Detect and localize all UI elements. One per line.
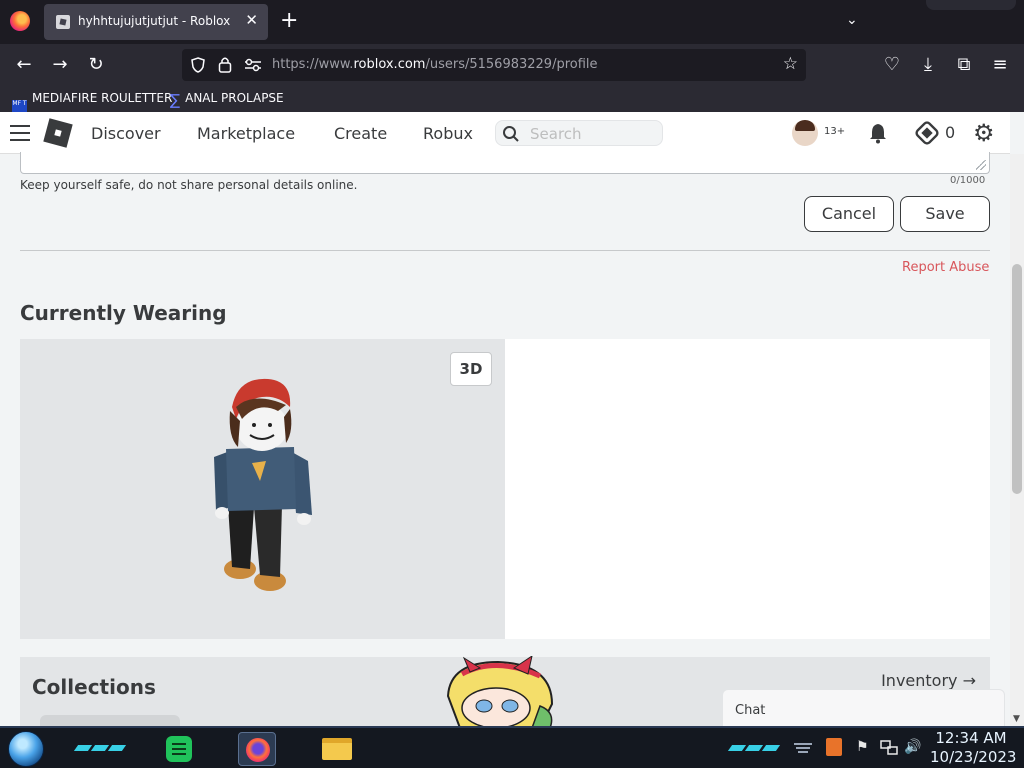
reload-button[interactable]: ↻ <box>84 53 108 77</box>
search-input[interactable]: Search <box>495 120 663 146</box>
scrollbar-thumb[interactable] <box>1012 264 1022 494</box>
scroll-down-arrow-icon[interactable]: ▼ <box>1013 714 1020 724</box>
taskbar-decoration <box>73 736 127 751</box>
security-tray-icon[interactable] <box>826 738 842 756</box>
new-tab-button[interactable]: + <box>280 8 298 34</box>
show-desktop-icon[interactable] <box>792 740 814 756</box>
about-textarea[interactable] <box>20 152 990 174</box>
url-text[interactable]: https://www.roblox.com/users/5156983229/… <box>272 57 598 72</box>
start-button[interactable] <box>8 731 44 767</box>
lock-icon[interactable] <box>218 56 232 73</box>
taskbar-decoration <box>727 736 781 751</box>
list-all-tabs-button[interactable]: ⌄ <box>846 12 858 28</box>
wearing-items-panel <box>505 339 990 639</box>
app-menu-button[interactable]: ≡ <box>988 53 1012 77</box>
forward-button[interactable]: → <box>48 53 72 77</box>
window-controls[interactable] <box>926 0 1016 10</box>
firefox-taskbar-icon[interactable] <box>238 732 276 766</box>
clock-date: 10/23/2023 <box>930 748 1017 766</box>
gear-icon[interactable]: ⚙ <box>973 120 995 146</box>
roblox-page: Discover Marketplace Create Robux Search… <box>0 112 1024 726</box>
browser-tab-active[interactable]: hyhhtujujutjutjut - Roblox ✕ <box>44 4 268 40</box>
avatar-figure <box>214 378 312 591</box>
chat-bar[interactable]: Chat <box>722 689 1005 726</box>
bookmark-label: ANAL PROLAPSE <box>185 91 284 105</box>
windows-taskbar: ⚑ 🔊 12:34 AM 10/23/2023 <box>0 726 1024 768</box>
nav-robux[interactable]: Robux <box>423 124 473 143</box>
desktop-character-sticker <box>446 656 554 728</box>
search-placeholder: Search <box>530 125 582 143</box>
divider <box>20 250 990 251</box>
shield-icon[interactable] <box>190 57 206 73</box>
char-counter: 0/1000 <box>950 175 986 186</box>
system-clock[interactable]: 12:34 AM 10/23/2023 <box>930 729 1017 767</box>
page-scrollbar[interactable]: ▼ <box>1010 154 1024 726</box>
action-center-flag-icon[interactable]: ⚑ <box>856 739 869 755</box>
permissions-icon[interactable] <box>244 58 262 72</box>
bell-icon[interactable] <box>868 122 888 144</box>
nav-discover[interactable]: Discover <box>91 124 161 143</box>
report-abuse-link[interactable]: Report Abuse <box>902 260 989 275</box>
roblox-favicon-icon <box>56 15 70 29</box>
tab-title: hyhhtujujutjutjut - Roblox <box>78 14 231 28</box>
safety-hint: Keep yourself safe, do not share persona… <box>20 178 358 192</box>
age-badge: 13+ <box>824 126 846 137</box>
firefox-icon[interactable] <box>10 11 30 31</box>
downloads-icon[interactable]: ⤓ <box>916 53 940 77</box>
toggle-3d-button[interactable]: 3D <box>450 352 492 386</box>
bookmark-star-icon[interactable]: ☆ <box>783 54 798 74</box>
file-explorer-taskbar-icon[interactable] <box>318 732 356 766</box>
nav-create[interactable]: Create <box>334 124 387 143</box>
search-icon <box>503 126 519 142</box>
url-bar[interactable]: https://www.roblox.com/users/5156983229/… <box>182 49 806 81</box>
browser-navbar: ← → ↻ https://www.roblox.com/users/51569… <box>0 44 1024 86</box>
pocket-icon[interactable]: ♡ <box>880 53 904 77</box>
roblox-header: Discover Marketplace Create Robux Search… <box>0 112 1010 154</box>
resize-grip-icon[interactable] <box>976 160 986 170</box>
bookmark-anal-prolapse[interactable]: ∑ ANAL PROLAPSE <box>170 91 284 108</box>
collection-item[interactable] <box>40 715 180 726</box>
volume-icon[interactable]: 🔊 <box>904 739 921 755</box>
inventory-link[interactable]: Inventory → <box>881 671 976 690</box>
collections-title: Collections <box>32 675 156 699</box>
sigma-icon: ∑ <box>170 91 181 109</box>
bookmark-label: MEDIAFIRE ROULETTER <box>32 91 173 105</box>
robux-icon[interactable] <box>913 119 941 147</box>
nav-marketplace[interactable]: Marketplace <box>197 124 295 143</box>
save-button[interactable]: Save <box>900 196 990 232</box>
extensions-icon[interactable]: ⧉ <box>952 53 976 77</box>
network-icon[interactable] <box>880 740 898 756</box>
cancel-button[interactable]: Cancel <box>804 196 894 232</box>
avatar[interactable] <box>792 120 818 146</box>
browser-tabstrip: hyhhtujujutjutjut - Roblox ✕ + ⌄ <box>0 0 1024 44</box>
bookmarks-toolbar: MF T MEDIAFIRE ROULETTER ∑ ANAL PROLAPSE <box>0 86 1024 115</box>
tab-close-icon[interactable]: ✕ <box>245 11 258 29</box>
currently-wearing-title: Currently Wearing <box>20 301 227 325</box>
spotify-taskbar-icon[interactable] <box>160 732 198 766</box>
roblox-logo-icon[interactable] <box>43 118 73 148</box>
hamburger-menu-icon[interactable] <box>10 125 30 141</box>
robux-balance[interactable]: 0 <box>945 123 955 142</box>
clock-time: 12:34 AM <box>935 729 1007 747</box>
avatar-viewer[interactable]: 3D <box>20 339 505 639</box>
back-button[interactable]: ← <box>12 53 36 77</box>
chat-label: Chat <box>735 703 766 718</box>
